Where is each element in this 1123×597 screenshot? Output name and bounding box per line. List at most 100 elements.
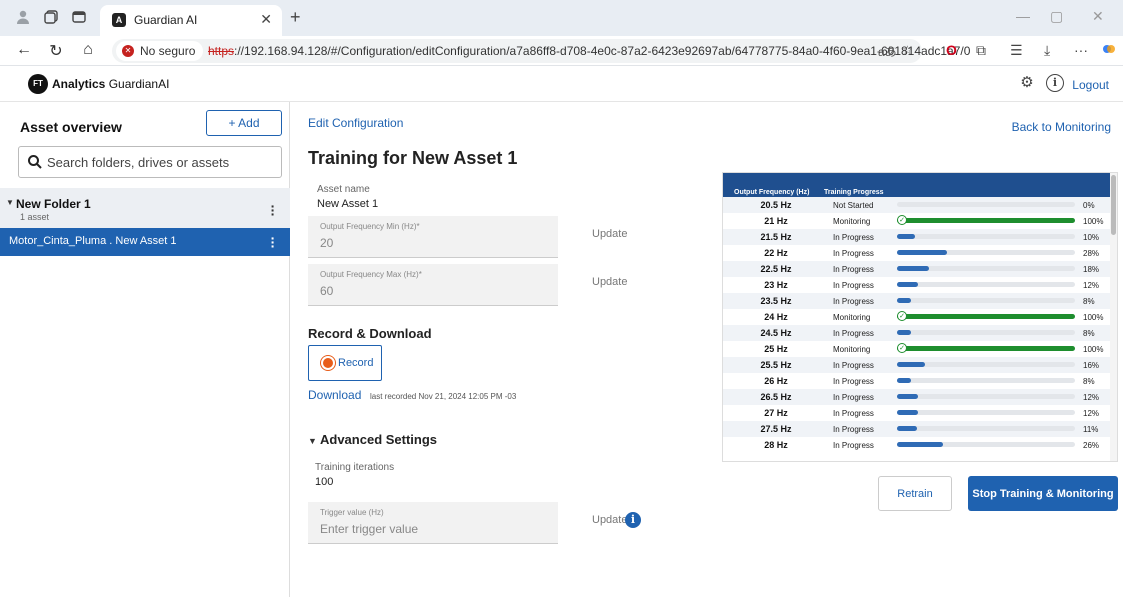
trigger-input[interactable]: Enter trigger value — [320, 522, 418, 536]
scrollbar-thumb[interactable] — [1111, 175, 1116, 235]
progress-fill — [897, 330, 912, 335]
row-status: In Progress — [833, 425, 874, 434]
record-icon — [323, 358, 333, 368]
asset-name-value: New Asset 1 — [317, 198, 379, 210]
opera-icon[interactable]: O — [946, 42, 957, 58]
row-status: Monitoring — [833, 345, 871, 354]
read-aloud-icon[interactable]: aあ — [878, 43, 897, 60]
breadcrumb[interactable]: Edit Configuration — [308, 116, 403, 130]
close-window-icon[interactable]: ✕ — [1092, 8, 1104, 25]
table-row: 21 Hz Monitoring ✓ 100% — [723, 213, 1111, 229]
logout-link[interactable]: Logout — [1072, 78, 1109, 92]
record-section-title: Record & Download — [308, 326, 432, 341]
record-button[interactable]: Record — [308, 345, 382, 381]
close-tab-icon[interactable]: ✕ — [260, 11, 272, 28]
row-frequency: 21 Hz — [764, 216, 788, 226]
progress-bar — [897, 234, 1075, 239]
search-box[interactable] — [18, 146, 282, 178]
stop-training-button[interactable]: Stop Training & Monitoring — [968, 476, 1118, 511]
back-icon[interactable]: ← — [14, 41, 34, 59]
table-row: 21.5 Hz In Progress 10% — [723, 229, 1111, 245]
new-tab-icon[interactable]: + — [290, 7, 301, 28]
row-frequency: 24.5 Hz — [760, 328, 792, 338]
chevron-down-icon[interactable]: ▼ — [6, 198, 14, 207]
table-row: 27.5 Hz In Progress 11% — [723, 421, 1111, 437]
search-icon — [28, 155, 42, 169]
progress-fill — [897, 234, 915, 239]
favorites-bar-icon[interactable]: ☰ — [1010, 42, 1023, 59]
minimize-icon[interactable]: — — [1016, 8, 1030, 24]
folder-item[interactable]: ▼ New Folder 1 1 asset · · · — [0, 188, 290, 228]
kebab-icon[interactable]: · · · — [268, 199, 278, 221]
home-icon[interactable]: ⌂ — [78, 41, 98, 59]
row-percent: 8% — [1083, 377, 1095, 386]
trigger-label: Trigger value (Hz) — [320, 508, 384, 517]
freq-max-update-button[interactable]: Update — [592, 276, 627, 288]
progress-fill — [897, 266, 930, 271]
row-percent: 8% — [1083, 329, 1095, 338]
security-indicator[interactable]: ✕ No seguro — [116, 41, 204, 61]
download-icon[interactable]: ⤓ — [1044, 42, 1050, 59]
omnibox[interactable]: ✕ No seguro https://192.168.94.128/#/Con… — [112, 39, 970, 63]
row-status: In Progress — [833, 329, 874, 338]
download-link[interactable]: Download — [308, 388, 361, 402]
freq-max-label: Output Frequency Max (Hz)* — [320, 270, 422, 279]
progress-bar — [897, 346, 1075, 351]
table-row: 23.5 Hz In Progress 8% — [723, 293, 1111, 309]
app-root: A Guardian AI ✕ + — ▢ ✕ ← ↻ ⌂ ✕ No segur… — [0, 0, 1123, 597]
browser-tab-active[interactable]: A Guardian AI ✕ — [100, 5, 282, 36]
row-frequency: 26 Hz — [764, 376, 788, 386]
collections-icon[interactable] — [42, 9, 60, 27]
extensions-icon[interactable]: ⧉ — [976, 42, 986, 59]
chevron-down-icon[interactable]: ▼ — [308, 436, 317, 446]
folder-name: New Folder 1 — [16, 197, 91, 211]
row-frequency: 27 Hz — [764, 408, 788, 418]
row-percent: 8% — [1083, 297, 1095, 306]
retrain-button[interactable]: Retrain — [878, 476, 952, 511]
trigger-field[interactable]: Trigger value (Hz) Enter trigger value — [308, 502, 558, 544]
url-text[interactable]: https://192.168.94.128/#/Configuration/e… — [208, 44, 970, 58]
freq-max-field[interactable]: Output Frequency Max (Hz)* 60 — [308, 264, 558, 306]
check-icon: ✓ — [897, 343, 907, 353]
url-path: ://192.168.94.128/#/Configuration/editCo… — [234, 44, 971, 58]
progress-bar — [897, 426, 1075, 431]
row-status: In Progress — [833, 249, 874, 258]
copilot-icon[interactable] — [1102, 42, 1116, 59]
asset-kebab-icon[interactable]: · · · — [268, 231, 278, 253]
freq-max-value[interactable]: 60 — [320, 284, 333, 298]
freq-min-value[interactable]: 20 — [320, 236, 333, 250]
progress-fill — [897, 410, 919, 415]
freq-min-field[interactable]: Output Frequency Min (Hz)* 20 — [308, 216, 558, 258]
settings-icon[interactable]: ⚙ — [1018, 74, 1036, 92]
table-scrollbar[interactable] — [1110, 173, 1117, 461]
freq-min-update-button[interactable]: Update — [592, 228, 627, 240]
tab-actions-icon[interactable] — [70, 9, 88, 27]
progress-bar — [897, 378, 1075, 383]
progress-fill — [897, 394, 919, 399]
row-frequency: 23.5 Hz — [760, 296, 792, 306]
info-icon[interactable]: i — [1046, 74, 1064, 92]
search-input[interactable] — [47, 152, 275, 172]
advanced-settings-toggle[interactable]: Advanced Settings — [320, 432, 437, 447]
more-icon[interactable]: ··· — [1074, 42, 1088, 58]
progress-fill — [897, 250, 947, 255]
app-header: FT Analytics GuardianAI ⚙ i Logout — [0, 66, 1123, 102]
check-icon: ✓ — [897, 215, 907, 225]
asset-item-selected[interactable]: Motor_Cinta_Pluma . New Asset 1 · · · — [0, 228, 290, 256]
restore-icon[interactable]: ▢ — [1050, 8, 1063, 25]
row-percent: 100% — [1083, 217, 1104, 226]
row-percent: 12% — [1083, 409, 1100, 418]
add-button[interactable]: + Add — [206, 110, 282, 136]
table-row: 25.5 Hz In Progress 16% — [723, 357, 1111, 373]
table-row: 25 Hz Monitoring ✓ 100% — [723, 341, 1111, 357]
back-to-monitoring-link[interactable]: Back to Monitoring — [1012, 120, 1111, 134]
row-frequency: 28 Hz — [764, 440, 788, 450]
progress-bar — [897, 298, 1075, 303]
refresh-icon[interactable]: ↻ — [46, 41, 66, 61]
trigger-update-button[interactable]: Update — [592, 514, 627, 526]
row-percent: 100% — [1083, 313, 1104, 322]
table-row: 20.5 Hz Not Started 0% — [723, 197, 1111, 213]
favorite-icon[interactable]: ☆ — [902, 43, 913, 57]
profile-icon[interactable] — [14, 9, 32, 27]
info-icon[interactable]: i — [625, 512, 641, 528]
